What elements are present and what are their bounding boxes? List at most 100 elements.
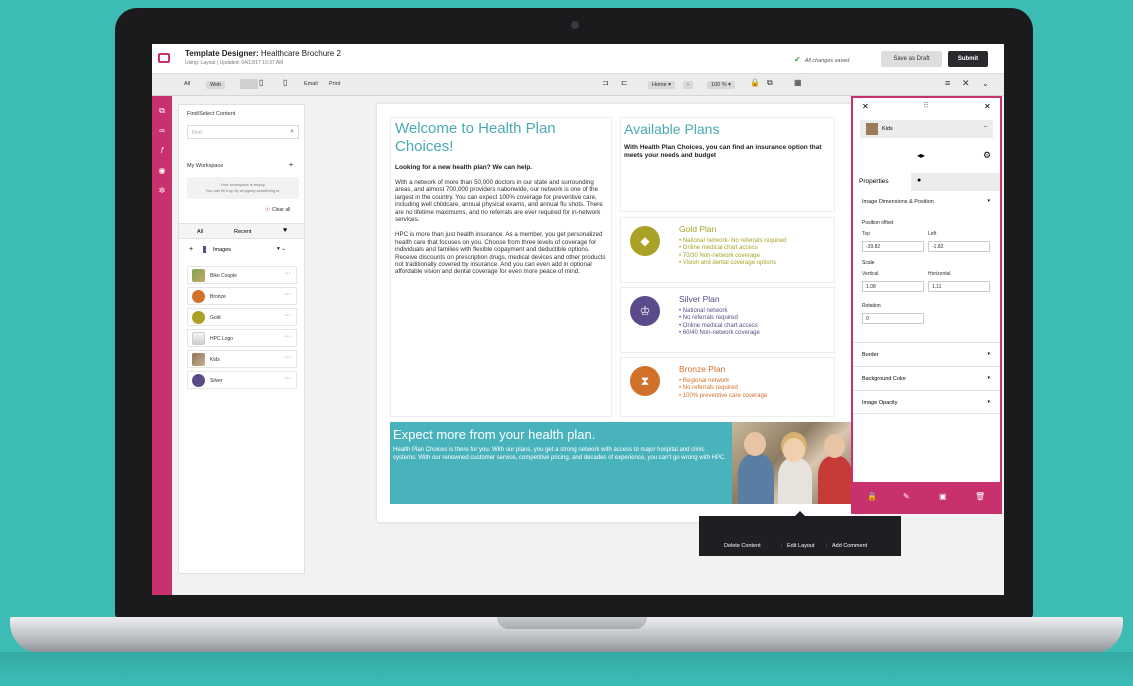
horizontal-scale-field[interactable]: 1.11 bbox=[928, 281, 990, 292]
plan-feature: No referrals required bbox=[679, 385, 767, 392]
page-arrow-button[interactable]: › bbox=[683, 81, 693, 89]
images-icon bbox=[203, 246, 206, 253]
chevron-down-icon[interactable]: ⌄ bbox=[982, 79, 989, 88]
grid-icon[interactable]: ▦ bbox=[794, 78, 802, 87]
gear-icon[interactable]: ⚙ bbox=[983, 150, 991, 161]
bronze-plan-block[interactable]: ⧗ Bronze Plan Regional network No referr… bbox=[620, 357, 835, 417]
list-item[interactable]: Bronze ··· bbox=[187, 287, 297, 305]
eye-icon[interactable]: ◉ bbox=[157, 166, 167, 176]
nav-arrows-icon[interactable]: ◂▸ bbox=[917, 151, 925, 160]
toolbar: All Web ▯ ▯ Email Print ⊐ ⊏ Home ▾ › 100… bbox=[152, 74, 1004, 96]
section-border[interactable]: Border ▾ bbox=[853, 342, 1000, 366]
close-icon[interactable]: ✕ bbox=[984, 102, 991, 111]
silver-plan-block[interactable]: ♔ Silver Plan National network No referr… bbox=[620, 287, 835, 353]
item-name: Gold bbox=[210, 315, 221, 321]
zoom-select[interactable]: 100 % ▾ bbox=[707, 81, 735, 89]
layers-icon[interactable]: ⧉ bbox=[157, 106, 167, 116]
copy-icon[interactable]: ⧉ bbox=[767, 78, 773, 88]
delete-content-button[interactable]: Delete Content bbox=[724, 543, 761, 549]
menu-icon[interactable]: ≡ bbox=[945, 78, 950, 88]
vertical-scale-field[interactable]: 1.08 bbox=[862, 281, 924, 292]
redo-icon[interactable]: ⊏ bbox=[621, 78, 628, 87]
plans-intro-block[interactable]: Available Plans With Health Plan Choices… bbox=[620, 117, 835, 212]
section-image-opacity[interactable]: Image Opacity ▾ bbox=[853, 390, 1000, 414]
add-comment-button[interactable]: Add Comment bbox=[832, 543, 867, 549]
more-icon[interactable]: ··· bbox=[284, 270, 291, 277]
edit-icon[interactable]: ✎ bbox=[903, 492, 910, 501]
more-icon[interactable]: ··· bbox=[284, 375, 291, 382]
top-label: Top bbox=[862, 231, 871, 237]
comment-icon[interactable]: ● bbox=[917, 177, 921, 184]
tablet-view-icon[interactable]: ▯ bbox=[259, 78, 263, 87]
gold-plan-block[interactable]: ◆ Gold Plan National network- No referra… bbox=[620, 217, 835, 283]
tab-recent[interactable]: Recent bbox=[234, 229, 251, 235]
section-background-color[interactable]: Background Color ▾ bbox=[853, 366, 1000, 390]
list-item[interactable]: Silver ··· bbox=[187, 371, 297, 389]
phone-view-icon[interactable]: ▯ bbox=[283, 78, 287, 87]
filter-email[interactable]: Email bbox=[304, 81, 318, 87]
settings-icon[interactable]: ✲ bbox=[157, 186, 167, 196]
left-rail: ⧉ ∞ f ◉ ✲ bbox=[152, 96, 172, 595]
tab-properties[interactable]: Properties bbox=[853, 173, 911, 191]
plan-feature: National network bbox=[679, 308, 760, 315]
sort-icon[interactable]: ▾ ⌄ bbox=[277, 246, 286, 252]
desktop-view-icon[interactable] bbox=[240, 79, 258, 89]
page-select[interactable]: Home ▾ bbox=[648, 81, 675, 89]
filter-web[interactable]: Web bbox=[206, 81, 226, 89]
rotation-field[interactable]: 0 bbox=[862, 313, 924, 324]
top-field[interactable]: -39.82 bbox=[862, 241, 924, 252]
tools-icon[interactable]: ✕ bbox=[862, 102, 869, 111]
function-icon[interactable]: f bbox=[157, 146, 167, 156]
filter-all[interactable]: All bbox=[184, 81, 190, 87]
trash-icon[interactable]: 🗑 bbox=[975, 492, 985, 501]
more-icon[interactable]: ··· bbox=[284, 354, 291, 361]
workspace-dropzone[interactable]: Your workspace is empty. You can fill it… bbox=[187, 177, 299, 199]
section-dimensions[interactable]: Image Dimensions & Position bbox=[862, 199, 934, 205]
list-item[interactable]: HPC Logo ··· bbox=[187, 329, 297, 347]
promo-banner[interactable]: Expect more from your health plan. Healt… bbox=[390, 422, 732, 504]
list-item[interactable]: Bike Couple ··· bbox=[187, 266, 297, 284]
camera bbox=[571, 21, 579, 29]
divider: | bbox=[826, 543, 828, 549]
left-field[interactable]: -1.82 bbox=[928, 241, 990, 252]
filter-print[interactable]: Print bbox=[329, 81, 340, 87]
welcome-block[interactable]: Welcome to Health Plan Choices! Looking … bbox=[390, 117, 612, 417]
tab-all[interactable]: All bbox=[197, 229, 203, 235]
minimize-icon[interactable]: – bbox=[984, 124, 987, 130]
edit-layout-button[interactable]: Edit Layout bbox=[787, 543, 815, 549]
undo-icon[interactable]: ⊐ bbox=[602, 78, 609, 87]
images-label: Images bbox=[213, 247, 232, 253]
selected-element[interactable]: Kids – bbox=[860, 120, 993, 138]
image-icon[interactable]: ▣ bbox=[939, 492, 947, 501]
plan-features: National network- No referrals required … bbox=[679, 238, 786, 268]
kids-photo[interactable] bbox=[732, 422, 855, 504]
list-item[interactable]: Gold ··· bbox=[187, 308, 297, 326]
add-icon[interactable]: + bbox=[189, 246, 193, 253]
position-offset-label: Position offset bbox=[862, 220, 894, 226]
lock-icon[interactable]: 🔒 bbox=[750, 78, 760, 87]
clear-all-button[interactable]: ⓧ Clear all bbox=[265, 206, 290, 213]
find-input[interactable]: Find ⌕ bbox=[187, 125, 299, 139]
more-icon[interactable]: ··· bbox=[284, 333, 291, 340]
diamond-icon: ◆ bbox=[630, 226, 660, 256]
chevron-down-icon[interactable]: ▾ bbox=[987, 198, 990, 204]
add-icon[interactable]: + bbox=[289, 162, 293, 169]
horizontal-label: Horizontal bbox=[928, 271, 951, 277]
workspace-empty-hint: You can fill it up by dropping something… bbox=[205, 188, 281, 193]
link-icon[interactable]: ∞ bbox=[157, 126, 167, 136]
plan-name: Bronze Plan bbox=[679, 364, 726, 374]
save-status: ✔ All changes saved bbox=[794, 55, 850, 64]
search-icon[interactable]: ⌕ bbox=[290, 128, 294, 136]
drag-handle-icon[interactable]: ⠿ bbox=[923, 101, 929, 110]
list-item[interactable]: Kids ··· bbox=[187, 350, 297, 368]
lock-icon[interactable]: 🔒 bbox=[867, 492, 877, 501]
heart-icon[interactable]: ♥ bbox=[283, 227, 287, 234]
more-icon[interactable]: ··· bbox=[284, 291, 291, 298]
tools-icon[interactable]: ✕ bbox=[962, 78, 970, 89]
submit-button[interactable]: Submit bbox=[948, 51, 988, 67]
document-canvas[interactable]: Welcome to Health Plan Choices! Looking … bbox=[377, 104, 855, 522]
page-subtitle: Using: Layout | Updated: 04/13/17 10:37 … bbox=[185, 60, 284, 66]
more-icon[interactable]: ··· bbox=[284, 312, 291, 319]
save-draft-button[interactable]: Save as Draft bbox=[881, 51, 942, 67]
item-name: HPC Logo bbox=[210, 336, 234, 342]
